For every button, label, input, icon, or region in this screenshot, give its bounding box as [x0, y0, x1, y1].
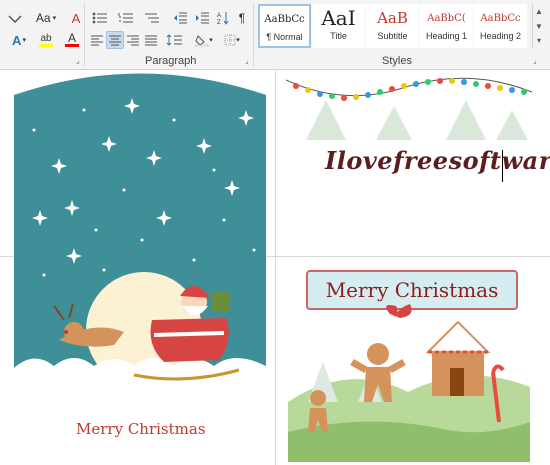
justify-button[interactable]	[142, 31, 160, 49]
style-normal-preview: AaBbCc	[264, 13, 305, 25]
style-heading-1-name: Heading 1	[425, 31, 468, 41]
ribbon: Aa ▾ A A ▾ ab A AZ ¶ ▾ ▾ ⌟ Paragraph ⌟ A…	[0, 0, 550, 70]
styles-gallery-scroll: ▲ ▼ ▾	[532, 4, 545, 48]
sort-icon: AZ	[217, 12, 229, 25]
font-color-button[interactable]: A	[60, 31, 84, 49]
paragraph-styles-separator	[253, 4, 254, 66]
font-size-dropdown-icon[interactable]	[4, 9, 26, 27]
multilevel-list-icon	[145, 13, 159, 23]
text-cursor	[502, 150, 503, 182]
paragraph-dialog-launcher-icon[interactable]: ⌟	[245, 57, 253, 65]
highlight-icon: ab	[40, 32, 52, 44]
sort-button[interactable]: AZ	[214, 9, 232, 27]
change-case-button[interactable]: Aa ▾	[32, 9, 60, 27]
gallery-down-arrow-icon[interactable]: ▼	[535, 19, 543, 34]
decrease-indent-button[interactable]	[170, 9, 190, 27]
santa-sleigh-illustration	[14, 73, 266, 420]
page-fold-vertical	[275, 70, 276, 465]
align-right-icon	[127, 35, 139, 45]
increase-indent-icon	[196, 12, 209, 24]
style-heading-1[interactable]: AaBbC( Heading 1	[420, 4, 473, 48]
style-title-name: Title	[330, 31, 347, 41]
line-spacing-button[interactable]	[164, 31, 186, 49]
gallery-up-arrow-icon[interactable]: ▲	[535, 4, 543, 19]
style-heading-2-preview: AaBbCc	[480, 12, 521, 24]
font-color-icon: A	[67, 31, 76, 45]
increase-indent-button[interactable]	[192, 9, 212, 27]
string-lights-illustration	[286, 77, 532, 140]
typed-text[interactable]: Ilovefreesoftware	[325, 146, 550, 175]
align-left-icon	[91, 35, 103, 45]
show-marks-button[interactable]: ¶	[234, 9, 250, 27]
document-canvas[interactable]: Merry Christmas Ilovefreesoftware Merry …	[0, 70, 550, 465]
line-spacing-icon	[167, 34, 182, 46]
gingerbread-village-illustration	[288, 304, 530, 462]
front-card-title: Merry Christmas	[76, 420, 206, 438]
text-effects-button[interactable]: A ▾	[6, 31, 32, 49]
style-subtitle-preview: AaB	[377, 9, 408, 27]
align-right-button[interactable]	[124, 31, 142, 49]
svg-text:Z: Z	[217, 20, 221, 25]
clear-formatting-button[interactable]: A	[66, 9, 86, 27]
style-heading-2-name: Heading 2	[479, 31, 522, 41]
styles-group-label: Styles	[382, 55, 412, 67]
style-subtitle[interactable]: AaB Subtitle	[366, 4, 419, 48]
text-effects-icon: A	[12, 32, 22, 48]
borders-button[interactable]: ▾	[220, 31, 244, 49]
style-normal-name: ¶ Normal	[266, 32, 303, 42]
align-center-button[interactable]	[106, 31, 124, 49]
styles-dialog-launcher-icon[interactable]: ⌟	[533, 57, 541, 65]
clear-formatting-icon: A	[71, 10, 81, 26]
decrease-indent-icon	[174, 12, 187, 24]
gallery-more-icon[interactable]: ▾	[537, 33, 541, 48]
change-case-label: Aa	[35, 11, 51, 25]
borders-icon	[224, 34, 236, 46]
style-subtitle-name: Subtitle	[377, 31, 408, 41]
paragraph-group-label: Paragraph	[145, 55, 197, 67]
shading-icon	[195, 34, 209, 47]
inside-card-title: Merry Christmas	[325, 278, 499, 302]
pilcrow-icon: ¶	[238, 11, 246, 25]
style-title[interactable]: AaI Title	[312, 4, 365, 48]
align-left-button[interactable]	[88, 31, 106, 49]
numbering-button[interactable]	[114, 9, 138, 27]
numbering-icon	[118, 13, 133, 23]
bullets-icon	[92, 12, 107, 24]
style-title-preview: AaI	[321, 6, 356, 30]
bullets-button[interactable]	[88, 9, 112, 27]
shading-button[interactable]: ▾	[192, 31, 216, 49]
highlight-color-button[interactable]: ab	[34, 31, 58, 49]
svg-text:A: A	[217, 13, 221, 19]
justify-icon	[145, 35, 157, 45]
style-normal[interactable]: AaBbCc ¶ Normal	[258, 4, 311, 48]
style-heading-2[interactable]: AaBbCc Heading 2	[474, 4, 527, 48]
align-center-icon	[109, 35, 121, 45]
font-dialog-launcher-icon[interactable]: ⌟	[76, 57, 84, 65]
font-paragraph-separator	[84, 4, 85, 66]
multilevel-list-button[interactable]	[140, 9, 164, 27]
style-heading-1-preview: AaBbC(	[427, 12, 466, 24]
